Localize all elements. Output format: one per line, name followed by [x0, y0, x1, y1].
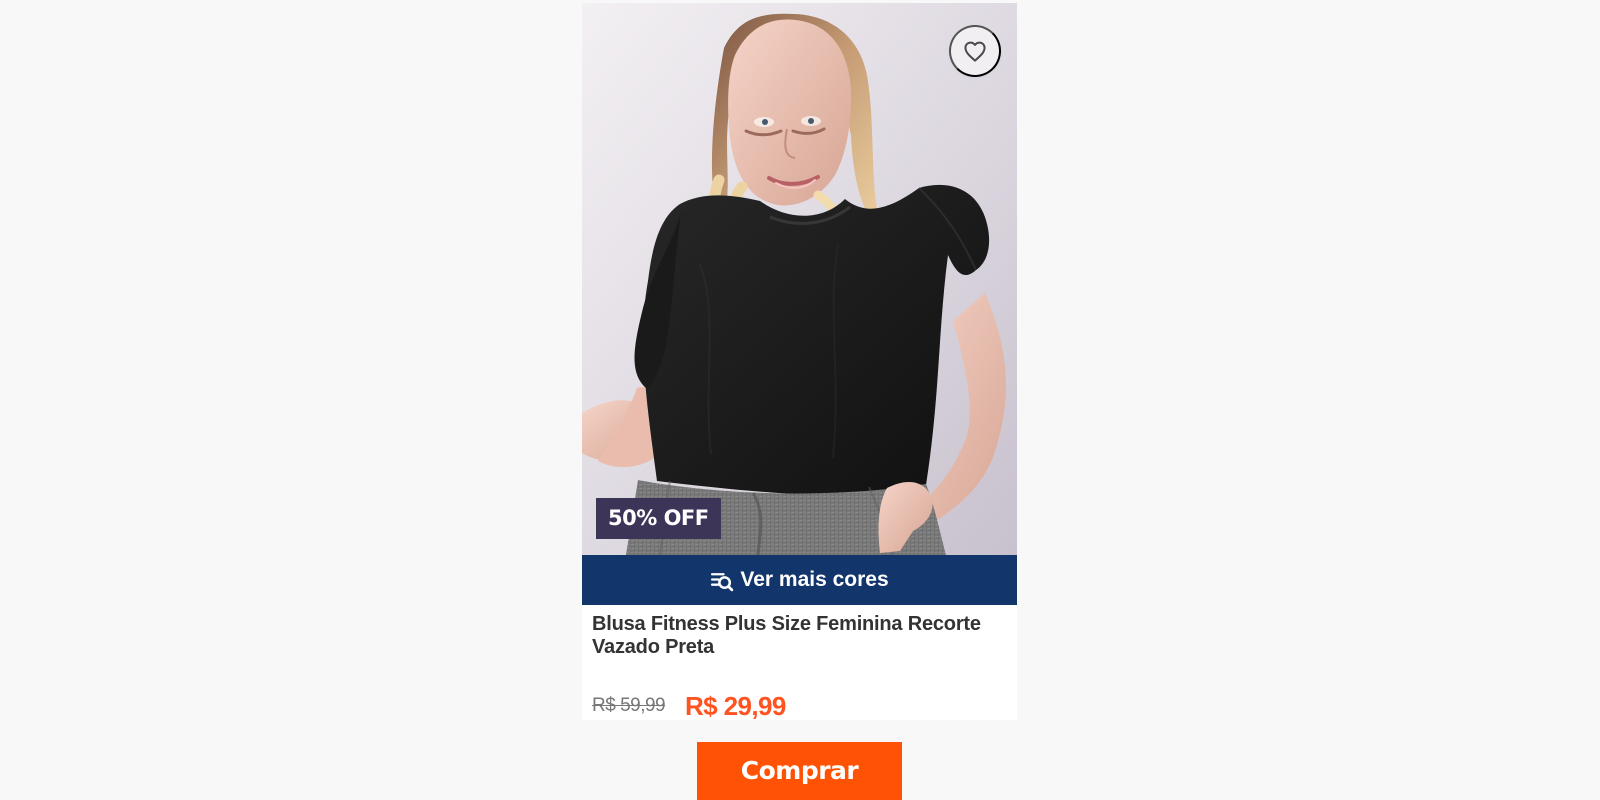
see-more-colors-button[interactable]: Ver mais cores [582, 555, 1017, 605]
product-card: 50% OFF Ver mais cores Blusa Fitness Plu… [582, 3, 1017, 721]
product-photo-area[interactable]: 50% OFF [582, 3, 1017, 555]
product-photo [582, 3, 1017, 555]
favorite-button[interactable] [949, 25, 1001, 77]
sale-price: R$ 29,99 [685, 691, 786, 721]
product-title[interactable]: Blusa Fitness Plus Size Feminina Recorte… [592, 613, 1017, 659]
buy-button[interactable]: Comprar [697, 742, 902, 800]
discount-badge: 50% OFF [596, 498, 721, 539]
heart-outline-icon [964, 41, 986, 62]
old-price: R$ 59,99 [592, 695, 666, 716]
list-search-icon [711, 572, 734, 591]
see-more-colors-label: Ver mais cores [740, 568, 889, 591]
